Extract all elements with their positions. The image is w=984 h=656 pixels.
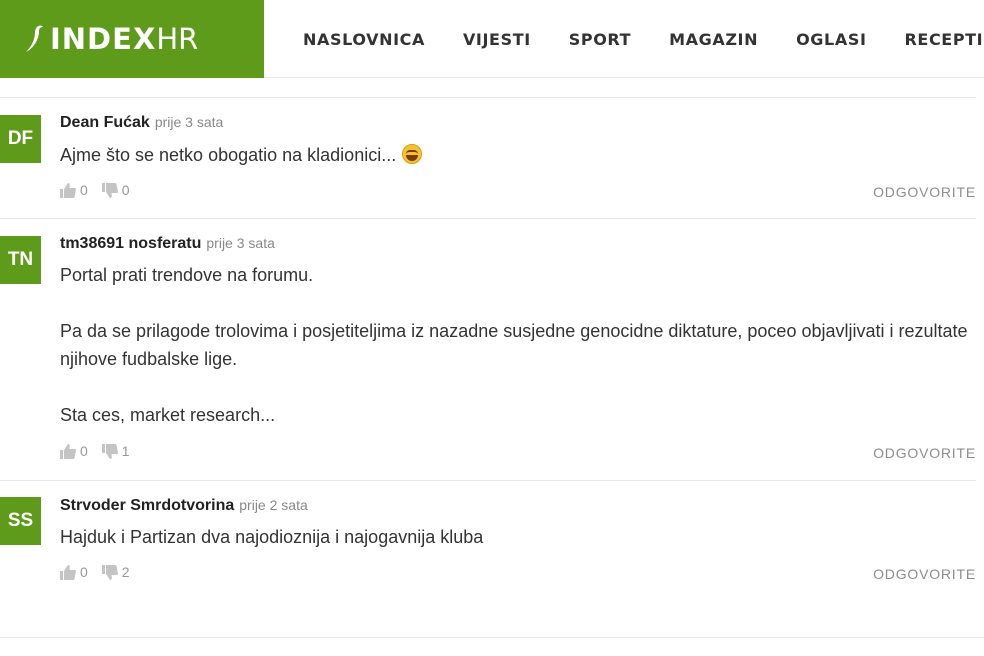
comment-text: Ajme što se netko obogatio na kladionici…	[60, 141, 970, 169]
vote-bar: 0 1	[60, 443, 144, 459]
logo-wordmark: INDEXHR	[50, 22, 199, 56]
vote-bar: 0 0	[60, 182, 144, 198]
nav-item-vijesti[interactable]: VIJESTI	[463, 30, 531, 49]
comment-author[interactable]: Dean Fućak	[60, 114, 150, 131]
reply-button[interactable]: ODGOVORITE	[873, 184, 976, 200]
thumbs-down-icon	[101, 443, 118, 459]
comment-meta: Dean Fućak prije 3 sata	[60, 114, 223, 132]
site-logo[interactable]: INDEXHR	[0, 0, 264, 78]
reply-button[interactable]: ODGOVORITE	[873, 566, 976, 582]
comment-paragraph: Sta ces, market research...	[60, 405, 276, 425]
dislike-count: 1	[121, 443, 130, 459]
like-count: 0	[80, 564, 88, 580]
like-button[interactable]: 0	[60, 443, 88, 459]
comment-paragraph: Ajme što se netko obogatio na kladionici…	[60, 145, 397, 165]
laughing-tears-emoji-icon	[402, 144, 423, 164]
comment-time: prije 2 sata	[239, 497, 308, 513]
avatar: DF	[0, 115, 41, 163]
comment-paragraph: Portal prati trendove na forumu.	[60, 265, 314, 285]
dislike-button[interactable]: 2	[101, 564, 130, 580]
site-header: INDEXHR NASLOVNICA VIJESTI SPORT MAGAZIN…	[0, 0, 984, 78]
dislike-count: 0	[121, 182, 130, 198]
dislike-count: 2	[121, 564, 130, 580]
divider	[0, 637, 984, 638]
dislike-button[interactable]: 0	[101, 182, 130, 198]
dislike-button[interactable]: 1	[101, 443, 130, 459]
thumbs-down-icon	[101, 182, 118, 198]
comment-paragraph: Hajduk i Partizan dva najodioznija i naj…	[60, 527, 484, 547]
like-button[interactable]: 0	[60, 564, 88, 580]
nav-item-sport[interactable]: SPORT	[569, 30, 631, 49]
comment-author[interactable]: Strvoder Smrdotvorina	[60, 497, 234, 514]
comment-time: prije 3 sata	[206, 235, 275, 251]
comment-paragraph: Pa da se prilagode trolovima i posjetite…	[60, 321, 968, 369]
comment-meta: Strvoder Smrdotvorina prije 2 sata	[60, 497, 308, 515]
chili-logo-icon	[26, 25, 43, 52]
thumbs-down-icon	[101, 564, 118, 580]
like-count: 0	[80, 182, 88, 198]
nav-item-recepti[interactable]: RECEPTI	[905, 30, 984, 49]
comment-item: DF Dean Fućak prije 3 sata Ajme što se ne…	[0, 98, 976, 219]
like-count: 0	[80, 443, 88, 459]
main-navigation: NASLOVNICA VIJESTI SPORT MAGAZIN OGLASI …	[284, 0, 984, 78]
comment-time: prije 3 sata	[154, 114, 224, 130]
comment-text: Portal prati trendove na forumu. Pa da s…	[60, 261, 970, 429]
nav-item-naslovnica[interactable]: NASLOVNICA	[303, 30, 425, 49]
comment-meta: tm38691 nosferatu prije 3 sata	[60, 235, 275, 253]
like-button[interactable]: 0	[60, 182, 88, 198]
comment-item: TN tm38691 nosferatu prije 3 sata Portal …	[0, 219, 976, 481]
thumbs-up-icon	[60, 182, 76, 198]
nav-item-magazin[interactable]: MAGAZIN	[669, 30, 758, 49]
reply-button[interactable]: ODGOVORITE	[873, 445, 976, 461]
thumbs-up-icon	[60, 443, 76, 459]
vote-bar: 0 2	[60, 564, 144, 580]
avatar: TN	[0, 236, 41, 284]
avatar: SS	[0, 497, 41, 545]
nav-item-oglasi[interactable]: OGLASI	[796, 30, 866, 49]
comment-text: Hajduk i Partizan dva najodioznija i naj…	[60, 523, 970, 551]
thumbs-up-icon	[60, 564, 76, 580]
comment-item: SS Strvoder Smrdotvorina prije 2 sata Haj…	[0, 481, 976, 631]
comment-author[interactable]: tm38691 nosferatu	[60, 235, 201, 252]
